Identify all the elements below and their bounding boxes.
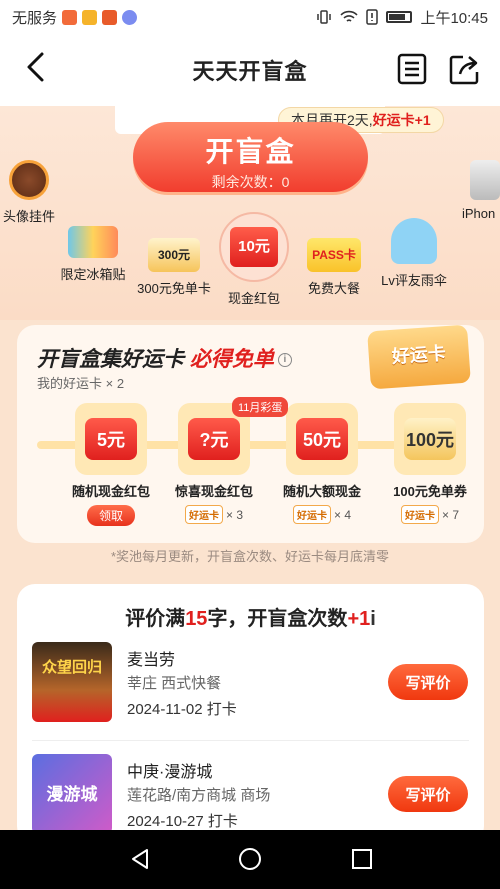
prize-label: 现金红包 [227, 291, 280, 306]
reward-value: ?元 [188, 418, 240, 460]
review-task-card: 评价满15字，开盲盒次数+1i 众望回归 麦当劳 莘庄 西式快餐 2024-11… [17, 584, 484, 844]
app-notification-icon [62, 9, 78, 25]
reward-free-coupon[interactable]: 100元 100元免单券 好运卡 × 7 [389, 403, 471, 524]
required-count: × 3 [225, 507, 243, 522]
reward-surprise-cash[interactable]: ?元 惊喜现金红包 好运卡 × 3 [173, 403, 255, 524]
reward-label: 100元免单券 [393, 484, 467, 499]
my-lucky-cards: 我的好运卡 × 2 [37, 376, 125, 391]
review-title-number: 15 [185, 608, 208, 630]
fridge-magnet-image [68, 226, 118, 258]
title-highlight: 必得免单 [189, 348, 274, 371]
checkin-date: 2024-11-02 打卡 [127, 701, 237, 718]
prize-umbrella[interactable]: Lv评友雨伞 [374, 218, 454, 289]
pass-card-image: PASS卡 [307, 238, 361, 272]
umbrella-image [391, 218, 437, 264]
prize-label: 300元免单卡 [137, 281, 211, 296]
red-packet-value: 10元 [230, 227, 278, 267]
title-prefix: 开盲盒集好运卡 [37, 348, 190, 371]
store-category: 莲花路/南方商城 商场 [127, 787, 271, 804]
system-nav-bar [0, 830, 500, 889]
lucky-card-badge: 好运卡 [367, 324, 471, 390]
required-count: × 7 [441, 507, 459, 522]
nav-back-icon[interactable] [128, 847, 152, 871]
remaining-count: 剩余次数：0 [211, 174, 290, 190]
reward-box: 100元 [394, 403, 466, 475]
title-bar: 天天开盲盒 [0, 34, 500, 106]
prize-iphone[interactable]: iPhon [462, 160, 500, 221]
nav-home-icon[interactable] [238, 847, 262, 871]
prize-avatar-pendant[interactable]: 头像挂件 [0, 160, 58, 225]
app-notification-icon [102, 9, 118, 25]
reward-value: 100元 [404, 418, 456, 460]
store-category: 莘庄 西式快餐 [127, 675, 222, 692]
prize-free-order-card[interactable]: 300元 300元免单卡 [133, 238, 215, 297]
iphone-image [470, 160, 500, 200]
alert-sim-icon [366, 9, 379, 25]
page-title: 天天开盲盒 [192, 59, 308, 84]
info-icon[interactable]: i [277, 353, 292, 368]
open-blind-box-button[interactable]: 开盲盒 剩余次数：0 [133, 122, 368, 192]
prize-label: Lv评友雨伞 [381, 273, 447, 288]
claim-button[interactable]: 领取 [86, 505, 135, 526]
wifi-icon [340, 10, 359, 22]
rules-document-icon[interactable] [395, 52, 429, 86]
status-bar: 无服务 上午10:45 [0, 0, 500, 34]
write-review-button[interactable]: 写评价 [388, 664, 468, 700]
prize-label: 头像挂件 [2, 209, 55, 224]
review-list-item[interactable]: 众望回归 麦当劳 莘庄 西式快餐 2024-11-02 打卡 写评价 [32, 642, 472, 726]
red-packet-image: 10元 [219, 212, 289, 282]
november-egg-tag: 11月彩蛋 [232, 397, 289, 417]
lucky-panel-title: 开盲盒集好运卡 必得免单 i [37, 343, 292, 373]
reset-footnote: *奖池每月更新，开盲盒次数、好运卡每月底清零 [110, 549, 390, 564]
reward-label: 随机现金红包 [71, 484, 150, 499]
battery-icon [386, 11, 413, 23]
reward-random-cash[interactable]: 5元 随机现金红包 领取 [70, 403, 152, 526]
prize-label: 限定冰箱贴 [60, 267, 126, 282]
prize-cash-red-packet[interactable]: 10元 现金红包 [216, 212, 292, 307]
lucky-card-chip: 好运卡 [184, 505, 223, 524]
prize-fridge-magnet[interactable]: 限定冰箱贴 [58, 226, 128, 283]
lucky-card-chip: 好运卡 [400, 505, 439, 524]
vibrate-icon [317, 10, 332, 24]
nav-recents-icon[interactable] [350, 847, 374, 871]
review-title: 评价满15字，开盲盒次数+1i [17, 602, 484, 631]
carrier-text: 无服务 [12, 9, 58, 27]
store-thumbnail: 漫游城 [32, 754, 112, 834]
divider [32, 740, 469, 741]
back-arrow-icon[interactable] [20, 50, 54, 84]
reward-label: 惊喜现金红包 [174, 484, 253, 499]
month-banner-highlight: 好运卡+1 [372, 112, 431, 128]
lucky-card-chip: 好运卡 [292, 505, 331, 524]
reward-box: 50元 [286, 403, 358, 475]
required-count: × 4 [333, 507, 351, 522]
reward-label: 随机大额现金 [282, 484, 361, 499]
prize-free-meal[interactable]: PASS卡 免费大餐 [298, 238, 370, 297]
store-thumbnail: 众望回归 [32, 642, 112, 722]
reward-big-cash[interactable]: 50元 随机大额现金 好运卡 × 4 [281, 403, 363, 524]
review-title-prefix: 评价满 [125, 608, 186, 630]
reward-box: 5元 [75, 403, 147, 475]
prize-label: iPhon [462, 206, 496, 221]
store-name: 麦当劳 [127, 652, 176, 669]
review-list-item[interactable]: 漫游城 中庚·漫游城 莲花路/南方商城 商场 2024-10-27 打卡 写评价 [32, 754, 472, 838]
avatar-pendant-image [9, 160, 49, 200]
app-notification-icon [82, 9, 98, 25]
reward-value: 50元 [296, 418, 348, 460]
clock-text: 上午10:45 [420, 9, 488, 27]
share-icon[interactable] [447, 52, 481, 86]
review-title-middle: 字，开盲盒次数 [207, 608, 348, 630]
write-review-button[interactable]: 写评价 [388, 776, 468, 812]
store-name: 中庚·漫游城 [127, 764, 213, 781]
open-button-label: 开盲盒 [205, 136, 296, 167]
info-icon[interactable]: i [370, 608, 376, 630]
reward-value: 5元 [85, 418, 137, 460]
prize-label: 免费大餐 [307, 281, 360, 296]
free-order-card-image: 300元 [148, 238, 200, 272]
review-title-plus: +1 [347, 608, 371, 630]
lucky-card-panel: 开盲盒集好运卡 必得免单 i 我的好运卡 × 2 好运卡 11月彩蛋 5元 随机现… [17, 324, 484, 543]
app-notification-icon [122, 9, 138, 25]
checkin-date: 2024-10-27 打卡 [127, 813, 238, 830]
